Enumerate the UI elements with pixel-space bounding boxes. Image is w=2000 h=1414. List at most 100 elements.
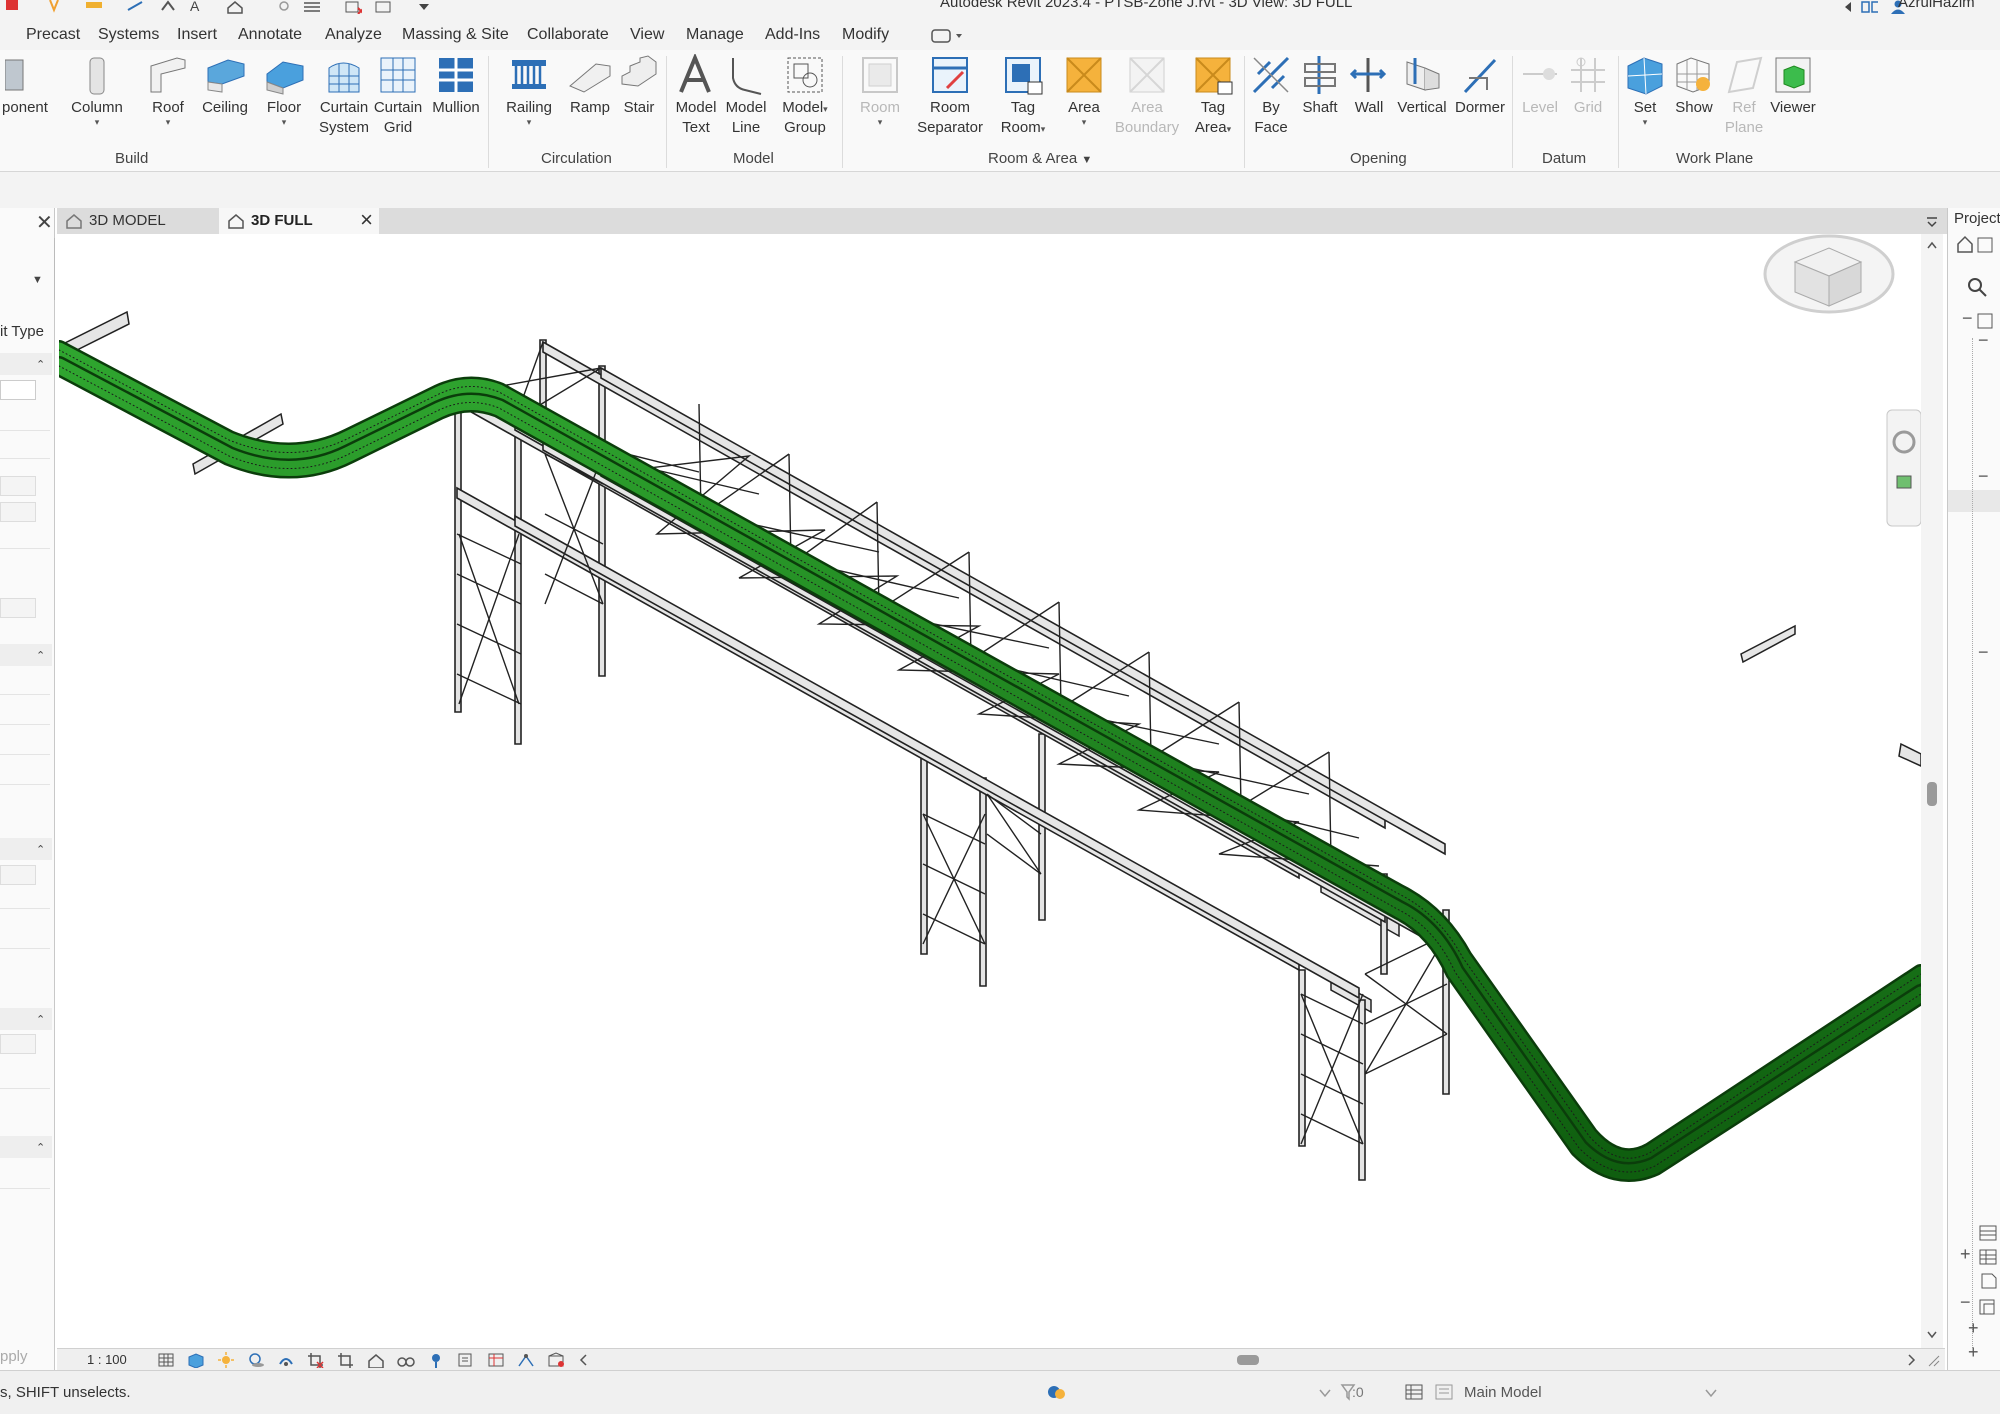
model-line-button[interactable]: Model Line — [722, 54, 770, 138]
chevron-down-icon[interactable] — [1704, 1387, 1718, 1399]
column-button[interactable]: Column ▾ — [66, 54, 128, 127]
tab-view[interactable]: View — [630, 26, 664, 44]
tab-collaborate[interactable]: Collaborate — [527, 26, 609, 44]
tab-add-ins[interactable]: Add-Ins — [765, 26, 820, 44]
room-area-expand-icon[interactable]: ▼ — [1081, 154, 1092, 166]
floor-button[interactable]: Floor ▾ — [260, 54, 308, 127]
dormer-button[interactable]: Dormer — [1450, 54, 1510, 118]
worksharing-display-icon[interactable] — [487, 1352, 505, 1368]
roof-dropdown-icon[interactable]: ▾ — [144, 118, 192, 127]
model-text-button[interactable]: Model Text — [672, 54, 720, 138]
scroll-left-icon[interactable] — [575, 1352, 593, 1368]
column-dropdown-icon[interactable]: ▾ — [66, 118, 128, 127]
families-node-icon[interactable] — [1978, 1298, 1998, 1316]
back-arrow-icon[interactable] — [1842, 0, 1860, 14]
navigation-bar[interactable] — [1886, 409, 1922, 527]
grid-button[interactable]: Grid — [1566, 54, 1610, 118]
component-button[interactable]: ponent — [0, 54, 50, 118]
property-field[interactable] — [0, 502, 36, 522]
active-design-option[interactable]: Main Model — [1464, 1384, 1542, 1401]
area-dropdown-icon[interactable]: ▾ — [1060, 118, 1108, 127]
tab-modify[interactable]: Modify — [842, 26, 889, 44]
property-field[interactable] — [0, 1034, 36, 1054]
collapse-section-icon[interactable]: ⌃ — [36, 1013, 45, 1026]
tree-collapse-icon[interactable]: − — [1960, 1292, 1971, 1313]
tab-overflow-icon[interactable] — [1925, 216, 1939, 228]
detail-level-icon[interactable] — [157, 1352, 175, 1368]
set-work-plane-button[interactable]: Set ▾ — [1624, 54, 1666, 127]
model-group-button[interactable]: Model▾ Group — [776, 54, 834, 138]
viewcube[interactable] — [1763, 234, 1895, 314]
ceiling-button[interactable]: Ceiling — [200, 54, 250, 118]
room-area-panel-label[interactable]: Room & Area ▼ — [988, 150, 1092, 167]
views-node-icon[interactable] — [1976, 312, 1996, 330]
visual-style-icon[interactable] — [187, 1352, 205, 1368]
close-tab-icon[interactable]: × — [360, 207, 373, 233]
room-button[interactable]: Room ▾ — [856, 54, 904, 127]
tab-3d-model[interactable]: 3D MODEL — [57, 208, 217, 234]
area-button[interactable]: Area ▾ — [1060, 54, 1108, 127]
highlight-displacement-icon[interactable] — [547, 1352, 565, 1368]
tree-expand-icon[interactable]: + — [1960, 1244, 1971, 1265]
browser-search-icon[interactable] — [1966, 276, 1988, 298]
tree-expand-icon[interactable]: + — [1968, 1342, 1979, 1363]
binoculars-icon[interactable] — [1860, 0, 1878, 14]
thin-lines-icon[interactable] — [302, 0, 320, 14]
vertical-scrollbar[interactable] — [1921, 234, 1943, 1348]
tag-area-dropdown-icon[interactable]: ▾ — [1227, 124, 1232, 134]
shadows-icon[interactable] — [247, 1352, 265, 1368]
tag-area-button[interactable]: Tag Area▾ — [1188, 54, 1238, 138]
scroll-down-icon[interactable] — [1926, 1330, 1938, 1340]
design-option-set-icon[interactable] — [1434, 1383, 1454, 1401]
switch-windows-icon[interactable] — [374, 0, 392, 14]
show-crop-icon[interactable] — [337, 1352, 355, 1368]
tree-collapse-icon[interactable]: − — [1962, 308, 1973, 329]
type-selector-dropdown-icon[interactable]: ▼ — [32, 274, 43, 286]
customize-qat-icon[interactable] — [416, 0, 434, 14]
reveal-hidden-icon[interactable] — [427, 1352, 445, 1368]
horizontal-scroll-thumb[interactable] — [1237, 1355, 1259, 1365]
curtain-grid-button[interactable]: Curtain Grid — [372, 54, 424, 138]
apply-button[interactable]: pply — [0, 1348, 28, 1365]
contextual-tab-toggle-icon[interactable] — [930, 28, 966, 44]
tab-massing-site[interactable]: Massing & Site — [402, 26, 509, 44]
railing-button[interactable]: Railing ▾ — [502, 54, 556, 127]
floor-dropdown-icon[interactable]: ▾ — [260, 118, 308, 127]
tag-room-button[interactable]: Tag Room▾ — [998, 54, 1048, 138]
user-name[interactable]: AzrulHazim — [1898, 0, 1975, 11]
truss-bracing[interactable] — [456, 341, 1380, 867]
tab-annotate[interactable]: Annotate — [238, 26, 302, 44]
railing-dropdown-icon[interactable]: ▾ — [502, 118, 556, 127]
tree-collapse-icon[interactable]: − — [1978, 330, 1989, 351]
temporary-hide-icon[interactable] — [397, 1352, 415, 1368]
properties-close-icon[interactable]: ✕ — [36, 210, 53, 235]
worksets-icon[interactable] — [1046, 1383, 1068, 1403]
viewer-button[interactable]: Viewer — [1766, 54, 1820, 118]
measure-icon[interactable] — [84, 0, 102, 14]
room-separator-button[interactable]: Room Separator — [912, 54, 988, 138]
lock-view-icon[interactable] — [367, 1352, 385, 1368]
render-icon[interactable] — [277, 1352, 295, 1368]
ramp-button[interactable]: Ramp — [564, 54, 616, 118]
schedules-node-icon[interactable] — [1978, 1248, 1998, 1266]
roof-button[interactable]: Roof ▾ — [144, 54, 192, 127]
scroll-right-icon[interactable] — [1903, 1352, 1921, 1368]
tab-precast[interactable]: Precast — [26, 26, 80, 44]
analytical-model-icon[interactable] — [517, 1352, 535, 1368]
property-field[interactable] — [0, 865, 36, 885]
tree-collapse-icon[interactable]: − — [1978, 466, 1989, 487]
tree-selected-row[interactable] — [1948, 490, 2000, 512]
tab-manage[interactable]: Manage — [686, 26, 744, 44]
collapse-section-icon[interactable]: ⌃ — [36, 649, 45, 662]
mullion-button[interactable]: Mullion — [428, 54, 484, 118]
collapse-section-icon[interactable]: ⌃ — [36, 358, 45, 371]
type-selector[interactable]: ▼ — [0, 238, 55, 300]
resize-grip-icon[interactable] — [1925, 1352, 1943, 1368]
close-hidden-windows-icon[interactable] — [344, 0, 362, 14]
tab-analyze[interactable]: Analyze — [325, 26, 382, 44]
show-work-plane-button[interactable]: Show — [1670, 54, 1718, 118]
shaft-button[interactable]: Shaft — [1296, 54, 1344, 118]
set-dropdown-icon[interactable]: ▾ — [1624, 118, 1666, 127]
wall-opening-button[interactable]: Wall — [1348, 54, 1390, 118]
area-boundary-button[interactable]: Area Boundary — [1110, 54, 1184, 138]
